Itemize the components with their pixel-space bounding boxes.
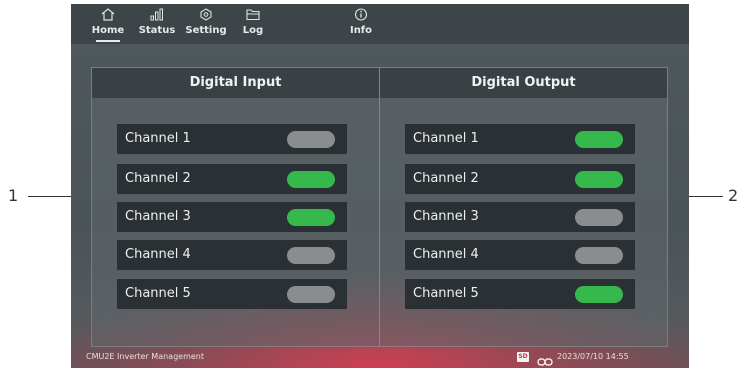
digital-input-title: Digital Input [92, 68, 379, 98]
callout-line-2 [689, 196, 723, 197]
di-channel-1-row: Channel 1 [117, 124, 347, 154]
folder-icon [229, 8, 277, 24]
digital-output-panel: Digital Output Channel 1 Channel 2 Chann… [379, 67, 668, 347]
do-channel-2-label: Channel 2 [413, 171, 479, 186]
do-channel-5-toggle[interactable] [575, 286, 623, 303]
nav-setting[interactable]: Setting [182, 8, 230, 42]
nav-log-label: Log [242, 25, 264, 36]
digital-output-title: Digital Output [380, 68, 667, 98]
do-channel-2-toggle[interactable] [575, 171, 623, 188]
do-channel-4-toggle[interactable] [575, 247, 623, 264]
status-bar: CMU2E Inverter Management SD 2023/07/10 … [71, 348, 689, 368]
do-channel-4-row: Channel 4 [405, 240, 635, 270]
do-channel-1-label: Channel 1 [413, 131, 479, 146]
do-channel-4-label: Channel 4 [413, 247, 479, 262]
di-channel-5-toggle[interactable] [287, 286, 335, 303]
nav-info-label: Info [349, 25, 373, 36]
status-datetime: 2023/07/10 14:55 [557, 352, 629, 361]
info-icon [337, 8, 385, 24]
home-icon [84, 8, 132, 24]
di-channel-1-toggle[interactable] [287, 131, 335, 148]
gear-icon [182, 8, 230, 24]
nav-log[interactable]: Log [229, 8, 277, 42]
nav-setting-label: Setting [185, 25, 227, 36]
di-channel-3-label: Channel 3 [125, 209, 191, 224]
top-nav-bar: Home Status Setting Log Info [71, 4, 689, 44]
callout-number-2: 2 [728, 186, 739, 205]
di-channel-2-toggle[interactable] [287, 171, 335, 188]
do-channel-3-row: Channel 3 [405, 202, 635, 232]
di-channel-3-row: Channel 3 [117, 202, 347, 232]
do-channel-5-row: Channel 5 [405, 279, 635, 309]
do-channel-1-toggle[interactable] [575, 131, 623, 148]
nav-home-label: Home [91, 25, 125, 36]
do-channel-2-row: Channel 2 [405, 164, 635, 194]
di-channel-1-label: Channel 1 [125, 131, 191, 146]
digital-input-panel: Digital Input Channel 1 Channel 2 Channe… [91, 67, 380, 347]
do-channel-5-label: Channel 5 [413, 286, 479, 301]
di-channel-4-label: Channel 4 [125, 247, 191, 262]
nav-info[interactable]: Info [337, 8, 385, 42]
di-channel-5-label: Channel 5 [125, 286, 191, 301]
device-screen: Home Status Setting Log Info Digital Inp… [71, 4, 689, 368]
di-channel-5-row: Channel 5 [117, 279, 347, 309]
nav-status-label: Status [138, 25, 176, 36]
di-channel-4-toggle[interactable] [287, 247, 335, 264]
di-channel-3-toggle[interactable] [287, 209, 335, 226]
di-channel-4-row: Channel 4 [117, 240, 347, 270]
do-channel-3-label: Channel 3 [413, 209, 479, 224]
do-channel-1-row: Channel 1 [405, 124, 635, 154]
di-channel-2-label: Channel 2 [125, 171, 191, 186]
callout-number-1: 1 [8, 186, 19, 205]
di-channel-2-row: Channel 2 [117, 164, 347, 194]
nav-home[interactable]: Home [84, 8, 132, 42]
sd-card-icon: SD [517, 352, 529, 362]
app-name: CMU2E Inverter Management [86, 352, 204, 361]
nav-status[interactable]: Status [133, 8, 181, 42]
bar-chart-icon [133, 8, 181, 24]
link-icon [537, 352, 553, 366]
do-channel-3-toggle[interactable] [575, 209, 623, 226]
